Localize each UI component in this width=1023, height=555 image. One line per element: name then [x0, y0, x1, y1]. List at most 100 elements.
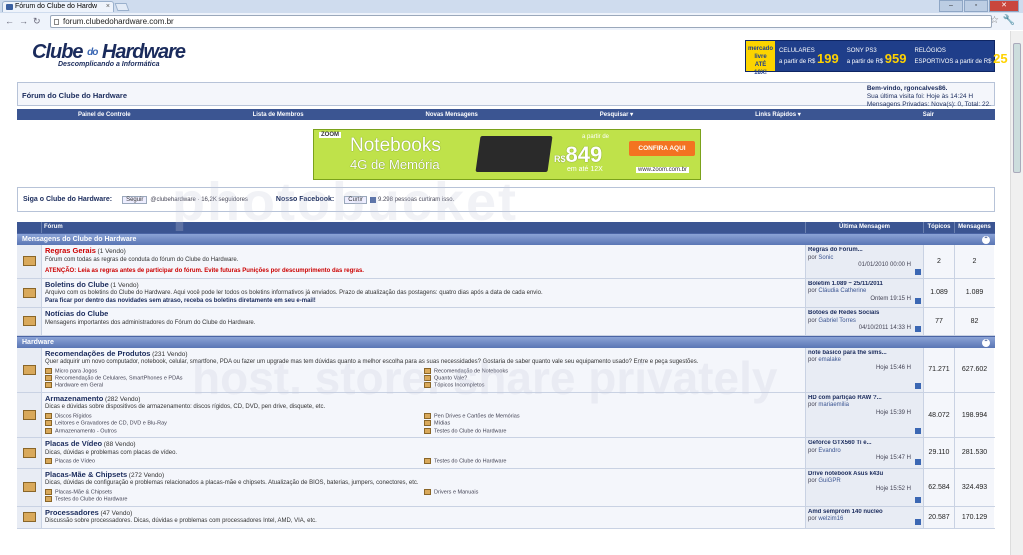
- reload-icon[interactable]: ↻: [33, 16, 41, 26]
- subforum-link[interactable]: Tópicos Incompletos: [424, 382, 794, 389]
- forum-sections: Mensagens do Clube do Hardware ⌃ Regras G…: [17, 233, 995, 529]
- ad-title: Notebooks: [350, 135, 441, 156]
- zoom-logo: ZOOM: [319, 132, 341, 138]
- back-arrow-icon[interactable]: ←: [5, 16, 14, 26]
- zoom-notebooks-ad[interactable]: ZOOM Notebooks 4G de Memória a partir de…: [313, 129, 701, 180]
- subforum-link[interactable]: Quanto Vale?: [424, 375, 794, 382]
- confira-button[interactable]: CONFIRA AQUI: [629, 141, 695, 156]
- last-post-title[interactable]: Botões de Redes Sociais: [808, 310, 921, 318]
- last-post-author: por Gabriel Torres: [808, 317, 856, 324]
- go-to-last-post-icon[interactable]: [915, 458, 921, 465]
- forum-description: Discussão sobre processadores. Dicas, dú…: [45, 518, 317, 525]
- facebook-like-button[interactable]: Curtir: [344, 195, 367, 204]
- subforum-link[interactable]: Pen Drives e Cartões de Memórias: [424, 413, 794, 420]
- last-post-author: por emalake: [808, 357, 842, 363]
- forum-link[interactable]: Armazenamento: [45, 394, 103, 403]
- address-bar[interactable]: forum.clubedohardware.com.br: [50, 15, 992, 28]
- forum-row: Boletins do Clube (1 Vendo) Arquivo com …: [17, 278, 995, 308]
- twitter-handle[interactable]: @clubehardware · 16,2K seguidores: [150, 197, 247, 203]
- last-post-title[interactable]: note básico para the sims...: [808, 350, 921, 358]
- go-to-last-post-icon[interactable]: [915, 382, 921, 389]
- forward-arrow-icon[interactable]: →: [19, 16, 28, 26]
- nav-user-cp[interactable]: Painel de Controle: [78, 112, 131, 118]
- subforum-link[interactable]: Testes do Clube do Hardware: [424, 458, 794, 465]
- close-window-button[interactable]: ✕: [989, 0, 1019, 12]
- last-post-title[interactable]: Amd semprom 140 nucleo: [808, 509, 921, 517]
- forum-link[interactable]: Boletins do Clube: [45, 280, 109, 289]
- forum-row: Placas de Vídeo (88 Vendo) Dicas, dúvida…: [17, 438, 995, 469]
- last-post-title[interactable]: Regras do Fórum...: [808, 247, 921, 255]
- collapse-icon[interactable]: ⌃: [982, 236, 990, 244]
- category-header[interactable]: Hardware ⌃: [17, 335, 995, 348]
- category-header[interactable]: Mensagens do Clube do Hardware ⌃: [17, 233, 995, 245]
- subforum-link[interactable]: Placas-Mãe & Chipsets: [45, 489, 424, 496]
- nav-search[interactable]: Pesquisar ▾: [600, 111, 633, 118]
- mercadolivre-banner-ad[interactable]: mercado livre ATÉ 18X! CELULARES a partir …: [745, 40, 1008, 76]
- wrench-icon[interactable]: 🔧: [1003, 15, 1015, 26]
- subforum-list: Micro para Jogos Recomendação de Notebook…: [45, 368, 803, 390]
- posts-count: 281.530: [955, 438, 994, 468]
- facebook-icon: [369, 196, 376, 203]
- subforum-link[interactable]: Testes do Clube do Hardware: [45, 496, 424, 503]
- nav-member-list[interactable]: Lista de Membros: [253, 112, 304, 118]
- subforum-link[interactable]: Testes do Clube do Hardware: [424, 428, 794, 435]
- forum-link[interactable]: Processadores: [45, 508, 99, 517]
- last-post-date: Hoje 15:46 H: [875, 364, 911, 371]
- subforum-link[interactable]: Leitores e Gravadores de CD, DVD e Blu-R…: [45, 420, 424, 427]
- forum-folder-icon: [23, 287, 36, 298]
- subforum-link[interactable]: Placas de Vídeo: [45, 458, 424, 465]
- collapse-icon[interactable]: ⌃: [982, 338, 990, 347]
- subforum-link[interactable]: Recomendação de Celulares, SmartPhones e…: [45, 375, 424, 382]
- last-post-title[interactable]: Geforce GTX560 Ti e...: [808, 440, 921, 448]
- subforum-link[interactable]: Drivers e Manuais: [424, 489, 794, 496]
- go-to-last-post-icon[interactable]: [915, 325, 921, 332]
- subforum-link[interactable]: Recomendação de Notebooks: [424, 368, 794, 375]
- facebook-label: Nosso Facebook:: [275, 196, 335, 203]
- nav-new-posts[interactable]: Novas Mensagens: [426, 112, 478, 118]
- page-scrollbar[interactable]: [1010, 31, 1023, 555]
- forum-folder-icon: [23, 447, 36, 458]
- forum-link[interactable]: Placas-Mãe & Chipsets: [45, 470, 127, 479]
- go-to-last-post-icon[interactable]: [915, 268, 921, 275]
- minimize-button[interactable]: –: [939, 0, 963, 12]
- subforum-link[interactable]: Micro para Jogos: [45, 368, 424, 375]
- ad-from: a partir de: [582, 134, 610, 140]
- go-to-last-post-icon[interactable]: [915, 428, 921, 435]
- forum-info-cell: Boletins do Clube (1 Vendo) Arquivo com …: [42, 278, 806, 307]
- welcome-box: Bem-vindo, rgoncalves86. Sua última visi…: [867, 85, 991, 109]
- maximize-button[interactable]: ▫: [964, 0, 988, 12]
- tab-close-icon[interactable]: ×: [106, 2, 110, 12]
- private-messages-link[interactable]: Mensagens Privadas: Nova(s): 0, Total: 2…: [867, 101, 991, 109]
- go-to-last-post-icon[interactable]: [915, 496, 921, 503]
- newsletter-note[interactable]: Para ficar por dentro das novidades sem …: [45, 298, 803, 306]
- forum-row: Placas-Mãe & Chipsets (272 Vendo) Dicas,…: [17, 468, 995, 507]
- forum-link[interactable]: Recomendações de Produtos: [45, 349, 150, 358]
- last-post-title[interactable]: Boletim 1.089 ~ 25/11/2011: [808, 281, 921, 289]
- twitter-follow-button[interactable]: Seguir: [122, 195, 148, 204]
- mercadolivre-logo: mercado livre ATÉ 18X!: [746, 41, 776, 76]
- nav-logout[interactable]: Sair: [923, 112, 934, 118]
- forum-link[interactable]: Regras Gerais: [45, 246, 96, 255]
- forum-row: Regras Gerais (1 Vendo) Fórum com todas …: [17, 245, 995, 279]
- bookmark-star-icon[interactable]: ☆: [990, 15, 999, 26]
- scrollbar-thumb[interactable]: [1013, 43, 1021, 173]
- go-to-last-post-icon[interactable]: [915, 298, 921, 304]
- last-post-title[interactable]: HD com partição RAW ?...: [808, 395, 921, 403]
- go-to-last-post-icon[interactable]: [915, 518, 921, 525]
- browser-tab[interactable]: Fórum do Clube do Hardw ×: [2, 1, 114, 12]
- forum-link[interactable]: Notícias do Clube: [45, 309, 108, 318]
- subforum-link[interactable]: Hardware em Geral: [45, 382, 424, 389]
- last-post-cell: Amd semprom 140 nucleo por welzim16: [806, 506, 924, 528]
- welcome-text[interactable]: Bem-vindo, rgoncalves86.: [867, 85, 991, 93]
- forum-title[interactable]: Fórum do Clube do Hardware: [22, 91, 127, 100]
- subforum-link[interactable]: Armazenamento - Outros: [45, 428, 424, 435]
- nav-quick-links[interactable]: Links Rápidos ▾: [755, 111, 801, 118]
- new-tab-button[interactable]: [114, 3, 130, 11]
- forum-folder-icon: [23, 316, 36, 327]
- site-logo[interactable]: Clube do Hardware Descomplicando a Infor…: [32, 41, 186, 68]
- subforum-link[interactable]: Discos Rígidos: [45, 413, 424, 420]
- posts-count: 627.602: [955, 347, 994, 392]
- subforum-link[interactable]: Mídias: [424, 420, 794, 427]
- forum-link[interactable]: Placas de Vídeo: [45, 439, 102, 448]
- last-post-title[interactable]: Drive notebook Asus k43u: [808, 471, 921, 479]
